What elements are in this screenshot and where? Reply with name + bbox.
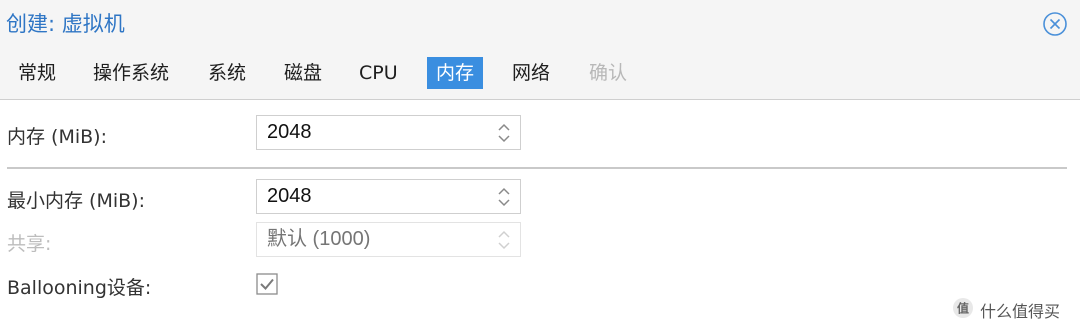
tab-confirm: 确认 <box>589 62 628 84</box>
tab-bar: 常规 操作系统 系统 磁盘 CPU 内存 网络 确认 <box>0 48 1080 100</box>
tab-network[interactable]: 网络 <box>503 57 559 89</box>
section-divider <box>7 167 1067 169</box>
min-memory-field[interactable] <box>256 179 521 214</box>
spinner-icon[interactable] <box>496 185 512 209</box>
min-memory-label: 最小内存 (MiB): <box>7 190 145 212</box>
memory-field[interactable] <box>256 115 521 150</box>
tab-general[interactable]: 常规 <box>9 57 65 89</box>
spinner-icon[interactable] <box>496 121 512 145</box>
memory-panel: 内存 (MiB): 最小内存 (MiB): 共享: Ba <box>0 100 1080 334</box>
shares-label: 共享: <box>7 233 52 255</box>
shares-field <box>256 222 521 257</box>
tab-cpu[interactable]: CPU <box>350 57 407 89</box>
min-memory-input[interactable] <box>257 180 482 213</box>
watermark-text: 什么值得买 <box>980 302 1061 321</box>
tab-disks[interactable]: 磁盘 <box>275 57 331 89</box>
spinner-icon <box>496 228 512 252</box>
memory-input[interactable] <box>257 116 482 149</box>
dialog-header: 创建: 虚拟机 <box>0 0 1080 48</box>
smzdm-logo-icon: 值 <box>952 297 974 323</box>
memory-label: 内存 (MiB): <box>7 126 107 148</box>
close-icon[interactable] <box>1042 11 1068 37</box>
tab-os[interactable]: 操作系统 <box>84 57 178 89</box>
tab-system[interactable]: 系统 <box>199 57 255 89</box>
tab-memory[interactable]: 内存 <box>427 57 484 89</box>
ballooning-checkbox[interactable] <box>256 273 278 295</box>
dialog-title: 创建: 虚拟机 <box>6 12 125 36</box>
watermark: 值 什么值得买 <box>952 297 1060 323</box>
ballooning-label: Ballooning设备: <box>7 277 152 299</box>
shares-input <box>257 223 482 256</box>
svg-text:值: 值 <box>957 301 969 316</box>
